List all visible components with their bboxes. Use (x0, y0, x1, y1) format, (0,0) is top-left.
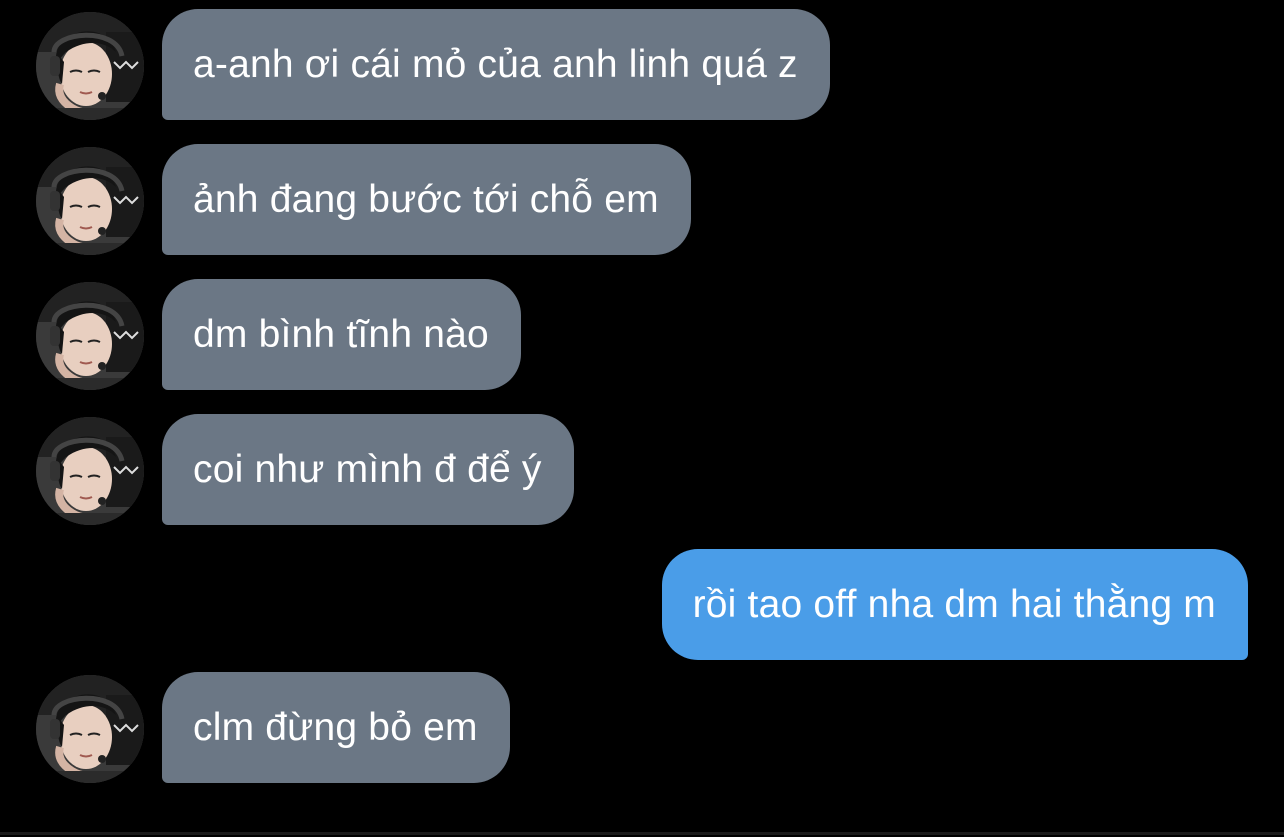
message-row: clm đừng bỏ em (0, 672, 1284, 783)
contact-avatar[interactable] (36, 417, 144, 525)
contact-avatar[interactable] (36, 675, 144, 783)
incoming-message-bubble[interactable]: a-anh ơi cái mỏ của anh linh quá z (162, 9, 830, 120)
message-text: dm bình tĩnh nào (193, 312, 489, 356)
incoming-message-bubble[interactable]: clm đừng bỏ em (162, 672, 510, 783)
message-text: a-anh ơi cái mỏ của anh linh quá z (193, 42, 798, 86)
message-text: ảnh đang bước tới chỗ em (193, 177, 659, 221)
incoming-message-bubble[interactable]: ảnh đang bước tới chỗ em (162, 144, 691, 255)
message-text: coi như mình đ để ý (193, 447, 542, 491)
chat-thread: a-anh ơi cái mỏ của anh linh quá z ảnh đ… (0, 0, 1284, 837)
message-row: rồi tao off nha dm hai thằng m (0, 549, 1284, 660)
message-text: clm đừng bỏ em (193, 705, 478, 749)
outgoing-message-bubble[interactable]: rồi tao off nha dm hai thằng m (661, 549, 1248, 660)
message-text: rồi tao off nha dm hai thằng m (692, 582, 1216, 626)
contact-avatar[interactable] (36, 147, 144, 255)
message-row: dm bình tĩnh nào (0, 279, 1284, 390)
message-row: coi như mình đ để ý (0, 414, 1284, 525)
contact-avatar[interactable] (36, 12, 144, 120)
message-row: ảnh đang bước tới chỗ em (0, 144, 1284, 255)
incoming-message-bubble[interactable]: dm bình tĩnh nào (162, 279, 521, 390)
incoming-message-bubble[interactable]: coi như mình đ để ý (162, 414, 574, 525)
contact-avatar[interactable] (36, 282, 144, 390)
message-row: a-anh ơi cái mỏ của anh linh quá z (0, 9, 1284, 120)
divider (0, 832, 1284, 835)
